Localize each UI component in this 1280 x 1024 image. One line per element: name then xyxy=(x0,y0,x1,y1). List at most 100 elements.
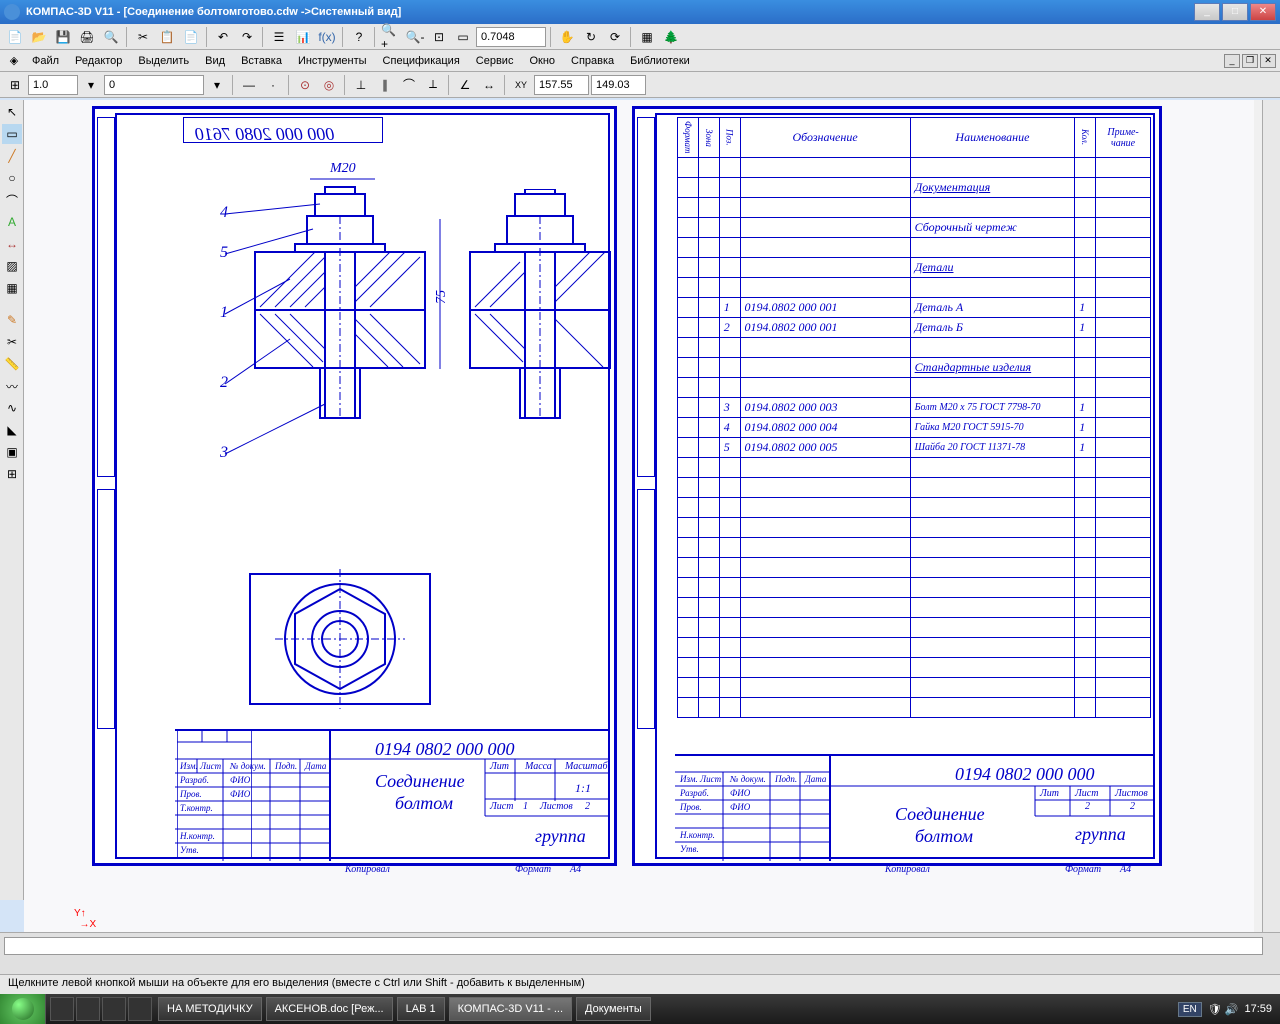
new-button[interactable]: 📄 xyxy=(4,26,26,48)
block-tool[interactable]: ▣ xyxy=(2,442,22,462)
menu-insert[interactable]: Вставка xyxy=(233,53,290,69)
perp-button[interactable]: ⟂ xyxy=(422,74,444,96)
text-tool[interactable]: A xyxy=(2,212,22,232)
coord-y-input[interactable] xyxy=(591,75,646,95)
task-3[interactable]: LAB 1 xyxy=(397,997,445,1021)
arc-tool[interactable]: ⌒ xyxy=(2,190,22,210)
menu-libs[interactable]: Библиотеки xyxy=(622,53,698,69)
vertical-scrollbar[interactable] xyxy=(1262,100,1280,934)
drawing-sheet-1[interactable]: 000 000 2080 7610 xyxy=(92,106,617,866)
paste-button[interactable]: 📄 xyxy=(180,26,202,48)
preview-button[interactable]: 🔍 xyxy=(100,26,122,48)
measure-tool[interactable]: 📏 xyxy=(2,354,22,374)
mdi-minimize[interactable]: _ xyxy=(1224,54,1240,68)
prop-button[interactable]: ☰ xyxy=(268,26,290,48)
maximize-button[interactable]: □ xyxy=(1222,3,1248,21)
angle-button[interactable]: ∠ xyxy=(454,74,476,96)
open-button[interactable]: 📂 xyxy=(28,26,50,48)
cut-button[interactable]: ✂ xyxy=(132,26,154,48)
snap-end-button[interactable]: ⊙ xyxy=(294,74,316,96)
grid-snap-button[interactable]: ⊞ xyxy=(4,74,26,96)
lang-indicator[interactable]: EN xyxy=(1178,1002,1202,1017)
titlebar: КОМПАС-3D V11 - [Соединение болтомготово… xyxy=(0,0,1280,24)
edit-tool[interactable]: ✎ xyxy=(2,310,22,330)
dim-button[interactable]: ↔ xyxy=(478,74,500,96)
menu-select[interactable]: Выделить xyxy=(130,53,197,69)
layers-button[interactable]: ▦ xyxy=(636,26,658,48)
point-button[interactable]: · xyxy=(262,74,284,96)
task-4[interactable]: КОМПАС-3D V11 - ... xyxy=(449,997,572,1021)
clock[interactable]: 17:59 xyxy=(1244,1003,1272,1015)
ql-3[interactable] xyxy=(102,997,126,1021)
save-button[interactable]: 💾 xyxy=(52,26,74,48)
start-button[interactable] xyxy=(0,994,46,1024)
menu-window[interactable]: Окно xyxy=(521,53,563,69)
menu-view[interactable]: Вид xyxy=(197,53,233,69)
copy-button[interactable]: 📋 xyxy=(156,26,178,48)
mdi-restore[interactable]: ❐ xyxy=(1242,54,1258,68)
drawing-sheet-2[interactable]: Формат Зона Поз. Обозначение Наименовани… xyxy=(632,106,1162,866)
parallel-button[interactable]: ∥ xyxy=(374,74,396,96)
menu-help[interactable]: Справка xyxy=(563,53,622,69)
tb2-format: Формат xyxy=(1065,864,1101,875)
undo-button[interactable]: ↶ xyxy=(212,26,234,48)
zoom-window-button[interactable]: ▭ xyxy=(452,26,474,48)
line-type-button[interactable]: — xyxy=(238,74,260,96)
select-tool[interactable]: ▭ xyxy=(2,124,22,144)
close-button[interactable]: ✕ xyxy=(1250,3,1276,21)
menu-service[interactable]: Сервис xyxy=(468,53,522,69)
command-input[interactable] xyxy=(4,937,1263,955)
fx-button[interactable]: f(x) xyxy=(316,26,338,48)
ql-1[interactable] xyxy=(50,997,74,1021)
tree-button[interactable]: 🌲 xyxy=(660,26,682,48)
dropdown-2[interactable]: ▾ xyxy=(206,74,228,96)
task-1[interactable]: НА МЕТОДИЧКУ xyxy=(158,997,262,1021)
dropdown-1[interactable]: ▾ xyxy=(80,74,102,96)
ql-4[interactable] xyxy=(128,997,152,1021)
hatch-tool[interactable]: ▨ xyxy=(2,256,22,276)
toolbar-1: 📄 📂 💾 🖨 🔍 ✂ 📋 📄 ↶ ↷ ☰ 📊 f(x) ? 🔍+ 🔍- ⊡ ▭… xyxy=(0,24,1280,50)
ql-2[interactable] xyxy=(76,997,100,1021)
line-tool[interactable]: ╱ xyxy=(2,146,22,166)
spline-tool[interactable]: ∿ xyxy=(2,398,22,418)
th-fmt: Формат xyxy=(678,118,699,158)
menu-editor[interactable]: Редактор xyxy=(67,53,130,69)
layer-input[interactable] xyxy=(104,75,204,95)
redo-button[interactable]: ↷ xyxy=(236,26,258,48)
vars-button[interactable]: 📊 xyxy=(292,26,314,48)
zoom-fit-button[interactable]: ⊡ xyxy=(428,26,450,48)
array-tool[interactable]: ⊞ xyxy=(2,464,22,484)
zoom-out-button[interactable]: 🔍- xyxy=(404,26,426,48)
app-icon xyxy=(4,4,20,20)
mdi-close[interactable]: ✕ xyxy=(1260,54,1276,68)
zoom-input[interactable] xyxy=(476,27,546,47)
arrow-tool[interactable]: ↖ xyxy=(2,102,22,122)
rotate-button[interactable]: ↻ xyxy=(580,26,602,48)
tray-icons[interactable]: 🛡 🔊 xyxy=(1208,1003,1239,1016)
table-tool[interactable]: ▦ xyxy=(2,278,22,298)
curve-tool[interactable]: 〰 xyxy=(2,376,22,396)
sec-std: Стандартные изделия xyxy=(910,358,1075,378)
refresh-button[interactable]: ⟳ xyxy=(604,26,626,48)
canvas-area[interactable]: 000 000 2080 7610 xyxy=(24,100,1262,934)
ortho-button[interactable]: ⊥ xyxy=(350,74,372,96)
pan-button[interactable]: ✋ xyxy=(556,26,578,48)
task-5[interactable]: Документы xyxy=(576,997,651,1021)
dim-tool[interactable]: ↔ xyxy=(2,234,22,254)
tangent-button[interactable]: ⌒ xyxy=(398,74,420,96)
help-button[interactable]: ? xyxy=(348,26,370,48)
scale-input[interactable] xyxy=(28,75,78,95)
print-button[interactable]: 🖨 xyxy=(76,26,98,48)
circle-tool[interactable]: ○ xyxy=(2,168,22,188)
menu-file[interactable]: Файл xyxy=(24,53,67,69)
zoom-in-button[interactable]: 🔍+ xyxy=(380,26,402,48)
trim-tool[interactable]: ✂ xyxy=(2,332,22,352)
snap-mid-button[interactable]: ◎ xyxy=(318,74,340,96)
coord-x-input[interactable] xyxy=(534,75,589,95)
menu-spec[interactable]: Спецификация xyxy=(375,53,468,69)
chamfer-tool[interactable]: ◣ xyxy=(2,420,22,440)
task-2[interactable]: АКСЕНОВ.doc [Реж... xyxy=(266,997,393,1021)
minimize-button[interactable]: _ xyxy=(1194,3,1220,21)
menu-tools[interactable]: Инструменты xyxy=(290,53,375,69)
sysmenu-icon[interactable]: ◈ xyxy=(4,52,24,70)
